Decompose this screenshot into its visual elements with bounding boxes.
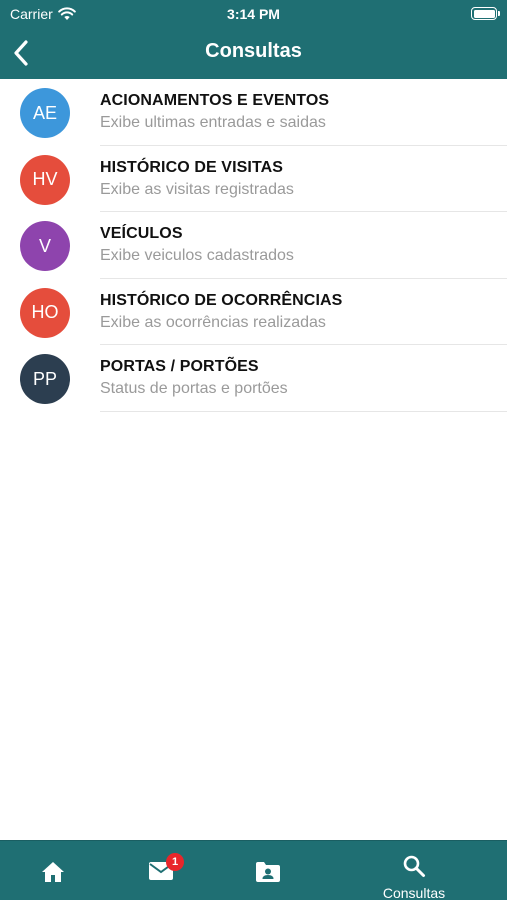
- avatar: PP: [20, 354, 70, 404]
- top-bar: Carrier 3:14 PM Consultas: [0, 0, 507, 79]
- separator: [100, 410, 507, 412]
- list-item-acionamentos[interactable]: AE ACIONAMENTOS E EVENTOS Exibe ultimas …: [0, 79, 507, 146]
- item-title: HISTÓRICO DE OCORRÊNCIAS: [100, 291, 343, 309]
- consultas-list: AE ACIONAMENTOS E EVENTOS Exibe ultimas …: [0, 79, 507, 412]
- item-text: HISTÓRICO DE OCORRÊNCIAS Exibe as ocorrê…: [100, 292, 507, 332]
- item-subtitle: Exibe ultimas entradas e saidas: [100, 114, 326, 131]
- status-bar: Carrier 3:14 PM: [0, 0, 507, 28]
- home-icon: [42, 862, 64, 882]
- contacts-folder-icon: [256, 862, 280, 882]
- avatar: AE: [20, 88, 70, 138]
- tab-icon-wrap: 1: [148, 853, 184, 886]
- list-item-portas-portoes[interactable]: PP PORTAS / PORTÕES Status de portas e p…: [0, 345, 507, 412]
- tab-icon-wrap: [255, 861, 281, 888]
- status-time: 3:14 PM: [227, 6, 280, 22]
- item-subtitle: Status de portas e portões: [100, 380, 288, 397]
- tab-bar: 1 Consultas: [0, 840, 507, 900]
- avatar: HO: [20, 287, 70, 338]
- item-title: VEÍCULOS: [100, 225, 183, 242]
- tab-messages[interactable]: 1: [108, 841, 214, 900]
- tab-consultas[interactable]: Consultas: [361, 841, 467, 900]
- item-text: ACIONAMENTOS E EVENTOS Exibe ultimas ent…: [100, 92, 507, 132]
- item-text: PORTAS / PORTÕES Status de portas e port…: [100, 358, 507, 398]
- item-title: PORTAS / PORTÕES: [100, 358, 259, 375]
- item-title: HISTÓRICO DE VISITAS: [100, 158, 284, 176]
- tab-icon-wrap: [402, 854, 426, 883]
- item-text: VEÍCULOS Exibe veiculos cadastrados: [100, 225, 507, 265]
- battery-icon: [471, 7, 500, 20]
- item-subtitle: Exibe as visitas registradas: [100, 180, 294, 198]
- tab-home[interactable]: [0, 841, 106, 900]
- list-item-historico-visitas[interactable]: HV HISTÓRICO DE VISITAS Exibe as visitas…: [0, 146, 507, 212]
- tab-label-consultas: Consultas: [382, 885, 446, 900]
- unread-badge: 1: [166, 853, 184, 871]
- avatar: HV: [20, 154, 70, 205]
- tab-icon-wrap: [41, 861, 65, 888]
- avatar: V: [20, 221, 70, 271]
- item-text: HISTÓRICO DE VISITAS Exibe as visitas re…: [100, 159, 507, 199]
- list-item-historico-ocorrencias[interactable]: HO HISTÓRICO DE OCORRÊNCIAS Exibe as oco…: [0, 279, 507, 345]
- nav-bar: Consultas: [0, 28, 507, 79]
- search-icon: [403, 855, 425, 877]
- screen: Carrier 3:14 PM Consultas AE ACIONAMENTO…: [0, 0, 507, 900]
- list-item-veiculos[interactable]: V VEÍCULOS Exibe veiculos cadastrados: [0, 212, 507, 279]
- item-subtitle: Exibe veiculos cadastrados: [100, 247, 294, 264]
- item-title: ACIONAMENTOS E EVENTOS: [100, 92, 330, 109]
- page-title: Consultas: [205, 40, 302, 62]
- item-subtitle: Exibe as ocorrências realizadas: [100, 313, 326, 331]
- tab-contacts[interactable]: [215, 841, 321, 900]
